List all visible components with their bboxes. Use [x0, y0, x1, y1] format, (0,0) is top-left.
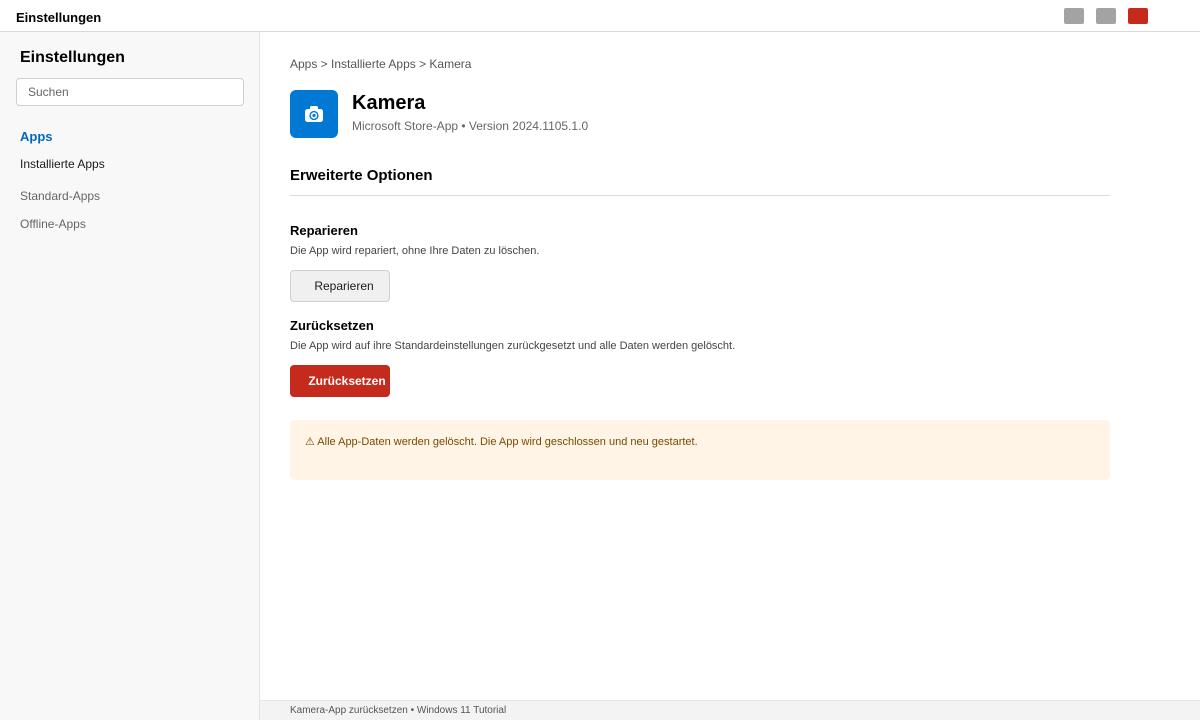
reset-description: Die App wird auf ihre Standardeinstellun… — [290, 340, 736, 352]
close-button[interactable] — [1128, 8, 1148, 24]
sidebar-item-offline-apps[interactable]: Offline-Apps — [20, 217, 86, 231]
warning-text: ⚠ Alle App-Daten werden gelöscht. Die Ap… — [305, 436, 698, 448]
sidebar-item-installed-apps[interactable]: Installierte Apps — [20, 157, 105, 171]
sidebar: Einstellungen Apps Installierte Apps Sta… — [0, 32, 260, 720]
sidebar-title: Einstellungen — [20, 49, 125, 66]
app-version-info: Microsoft Store-App • Version 2024.1105.… — [352, 119, 589, 133]
title-bar: Einstellungen — [0, 0, 1200, 32]
sidebar-item-apps[interactable]: Apps — [20, 129, 53, 144]
window-title: Einstellungen — [16, 10, 102, 25]
footer: Kamera-App zurücksetzen • Windows 11 Tut… — [260, 700, 1200, 720]
footer-text: Kamera-App zurücksetzen • Windows 11 Tut… — [290, 705, 507, 716]
app-name: Kamera — [352, 92, 426, 114]
repair-description: Die App wird repariert, ohne Ihre Daten … — [290, 245, 540, 257]
search-input[interactable] — [16, 78, 244, 106]
breadcrumb: Apps > Installierte Apps > Kamera — [290, 57, 472, 71]
repair-button[interactable]: Reparieren — [290, 270, 390, 302]
minimize-button[interactable] — [1064, 8, 1084, 24]
camera-icon — [305, 106, 323, 122]
reset-button[interactable]: Zurücksetzen — [290, 365, 390, 397]
sidebar-item-default-apps[interactable]: Standard-Apps — [20, 189, 100, 203]
warning-banner: ⚠ Alle App-Daten werden gelöscht. Die Ap… — [290, 420, 1110, 480]
reset-title: Zurücksetzen — [290, 318, 374, 333]
main-content: Apps > Installierte Apps > Kamera Kamera… — [260, 32, 1200, 700]
section-title: Erweiterte Optionen — [290, 167, 433, 184]
repair-title: Reparieren — [290, 223, 358, 238]
app-icon-tile — [290, 90, 338, 138]
section-divider — [290, 195, 1110, 196]
maximize-button[interactable] — [1096, 8, 1116, 24]
